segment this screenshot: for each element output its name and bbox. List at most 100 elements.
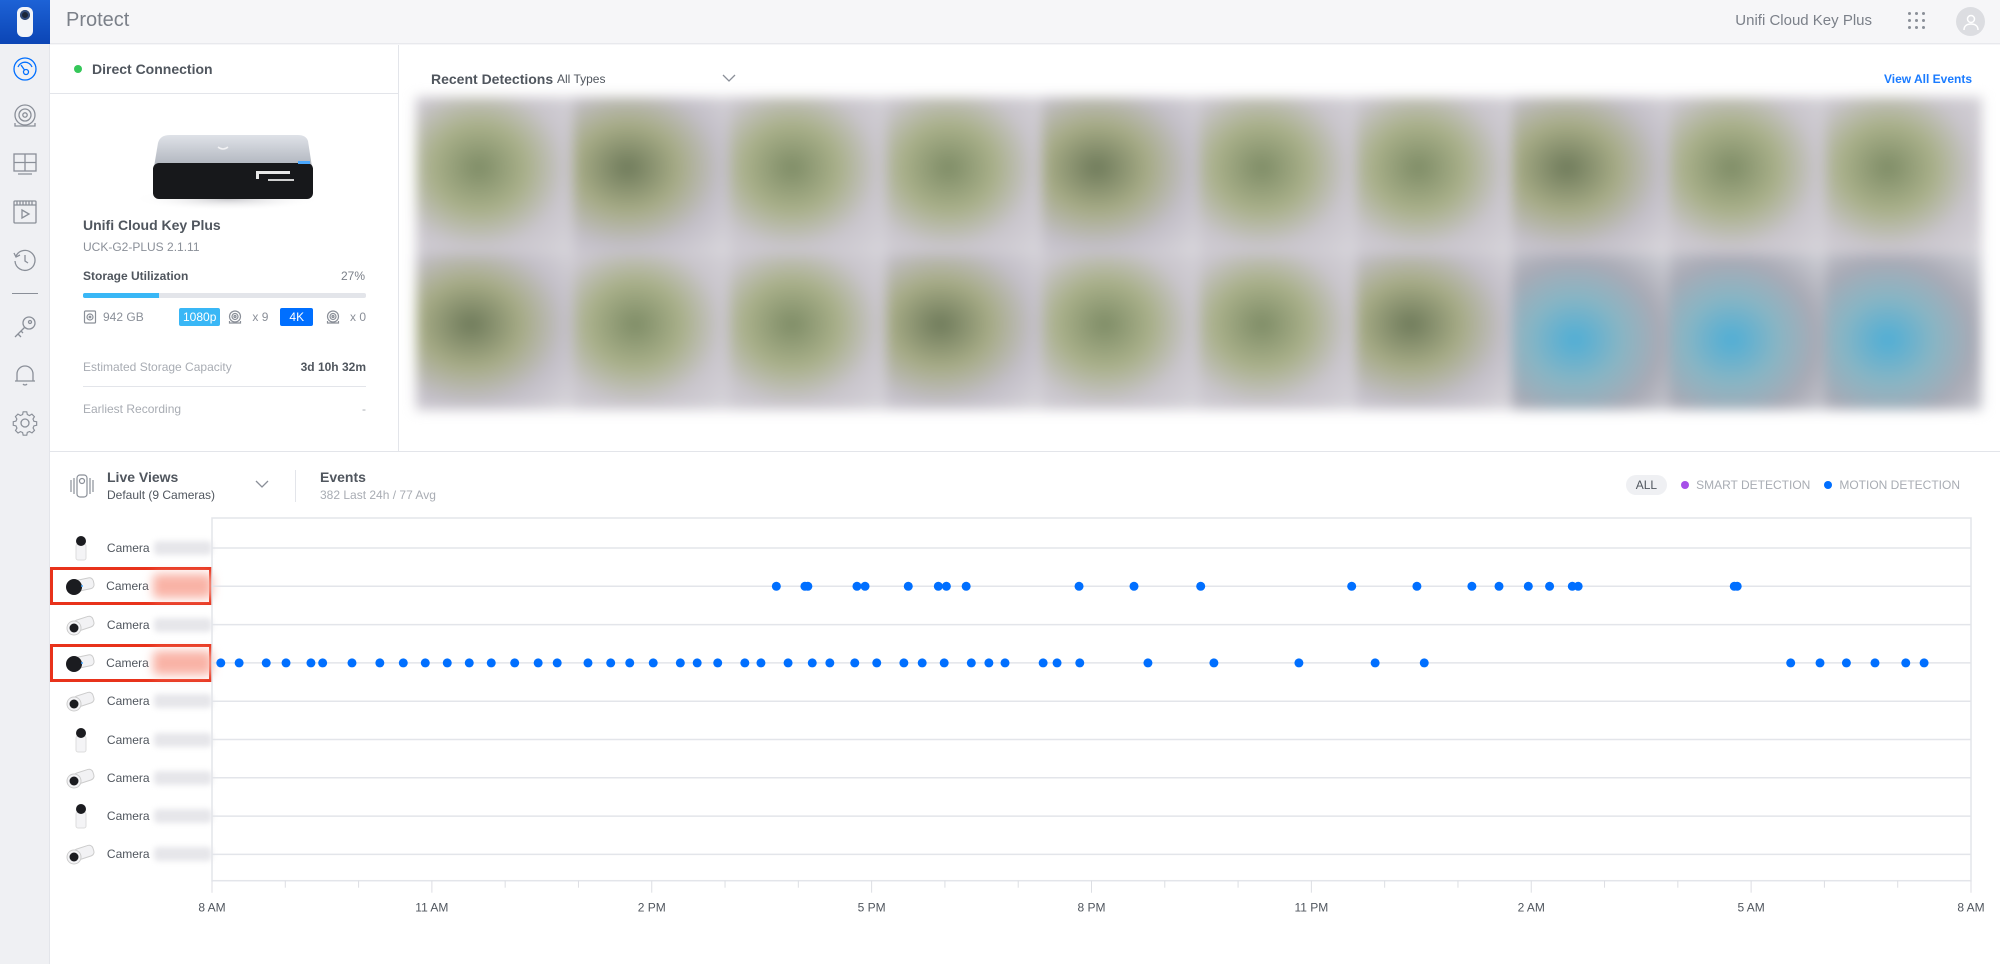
event-point[interactable]: [1919, 658, 1929, 668]
event-point[interactable]: [1494, 581, 1504, 591]
sidebar-item-notifications[interactable]: [0, 353, 50, 397]
event-point[interactable]: [606, 658, 616, 668]
event-point[interactable]: [1038, 658, 1048, 668]
detection-thumbnail[interactable]: [1512, 253, 1669, 410]
view-all-events-link[interactable]: View All Events: [1884, 72, 1972, 86]
detection-thumbnail[interactable]: [1825, 97, 1982, 254]
event-point[interactable]: [903, 581, 913, 591]
sidebar-item-timelapse[interactable]: [0, 190, 50, 234]
detection-thumbnail[interactable]: [729, 97, 886, 254]
event-point[interactable]: [939, 658, 949, 668]
event-point[interactable]: [1075, 658, 1085, 668]
detection-thumbnail[interactable]: [1042, 253, 1199, 410]
detection-thumbnail[interactable]: [885, 97, 1043, 254]
event-point[interactable]: [872, 658, 882, 668]
detection-thumbnail[interactable]: [1668, 97, 1826, 254]
event-point[interactable]: [1347, 581, 1357, 591]
detection-thumbnail[interactable]: [416, 97, 573, 254]
detection-thumbnail[interactable]: [1355, 253, 1513, 410]
event-point[interactable]: [1294, 658, 1304, 668]
event-point[interactable]: [318, 658, 328, 668]
event-point[interactable]: [1074, 581, 1084, 591]
event-point[interactable]: [1052, 658, 1062, 668]
event-point[interactable]: [1129, 581, 1139, 591]
controller-name[interactable]: Unifi Cloud Key Plus: [1735, 12, 1872, 29]
event-point[interactable]: [771, 581, 781, 591]
event-point[interactable]: [692, 658, 702, 668]
event-point[interactable]: [825, 658, 835, 668]
event-point[interactable]: [756, 658, 766, 668]
event-point[interactable]: [442, 658, 452, 668]
event-point[interactable]: [852, 581, 862, 591]
event-point[interactable]: [464, 658, 474, 668]
event-point[interactable]: [1209, 658, 1219, 668]
sidebar-item-dashboard[interactable]: [0, 47, 50, 91]
detection-thumbnail[interactable]: [572, 97, 730, 254]
event-point[interactable]: [648, 658, 658, 668]
event-point[interactable]: [216, 658, 226, 668]
detection-thumbnail[interactable]: [416, 253, 573, 410]
event-point[interactable]: [1841, 658, 1851, 668]
detection-thumbnail[interactable]: [1668, 253, 1826, 410]
sidebar-item-devices[interactable]: [0, 94, 50, 138]
event-point[interactable]: [933, 581, 943, 591]
event-point[interactable]: [420, 658, 430, 668]
event-point[interactable]: [961, 581, 971, 591]
detection-thumbnail[interactable]: [1355, 97, 1513, 254]
event-point[interactable]: [510, 658, 520, 668]
protect-logo[interactable]: [0, 0, 50, 44]
event-point[interactable]: [1467, 581, 1477, 591]
event-point[interactable]: [1000, 658, 1010, 668]
event-point[interactable]: [1412, 581, 1422, 591]
event-point[interactable]: [1545, 581, 1555, 591]
event-point[interactable]: [398, 658, 408, 668]
event-point[interactable]: [583, 658, 593, 668]
detection-thumbnail[interactable]: [885, 253, 1043, 410]
event-point[interactable]: [783, 658, 793, 668]
event-point[interactable]: [807, 658, 817, 668]
event-point[interactable]: [850, 658, 860, 668]
sidebar-item-access[interactable]: [0, 305, 50, 349]
event-point[interactable]: [281, 658, 291, 668]
event-point[interactable]: [1143, 658, 1153, 668]
sidebar-item-events[interactable]: [0, 238, 50, 282]
detection-thumbnail[interactable]: [572, 253, 730, 410]
event-point[interactable]: [899, 658, 909, 668]
detection-type-filter[interactable]: All Types: [557, 72, 605, 86]
event-point[interactable]: [740, 658, 750, 668]
event-point[interactable]: [552, 658, 562, 668]
detection-thumbnail[interactable]: [1825, 253, 1982, 410]
event-point[interactable]: [713, 658, 723, 668]
event-point[interactable]: [941, 581, 951, 591]
event-point[interactable]: [261, 658, 271, 668]
event-point[interactable]: [1196, 581, 1206, 591]
event-point[interactable]: [625, 658, 635, 668]
sidebar-item-settings[interactable]: [0, 401, 50, 445]
detection-thumbnail[interactable]: [1199, 97, 1356, 254]
event-point[interactable]: [306, 658, 316, 668]
detection-thumbnail[interactable]: [1199, 253, 1356, 410]
event-point[interactable]: [1419, 658, 1429, 668]
event-point[interactable]: [1523, 581, 1533, 591]
detection-thumbnail[interactable]: [1512, 97, 1669, 254]
sidebar-item-liveview[interactable]: [0, 142, 50, 186]
event-point[interactable]: [533, 658, 543, 668]
detection-thumbnail[interactable]: [1042, 97, 1199, 254]
event-point[interactable]: [984, 658, 994, 668]
avatar[interactable]: [1956, 7, 1985, 36]
event-point[interactable]: [675, 658, 685, 668]
event-point[interactable]: [234, 658, 244, 668]
event-point[interactable]: [375, 658, 385, 668]
event-point[interactable]: [1370, 658, 1380, 668]
event-point[interactable]: [1870, 658, 1880, 668]
event-point[interactable]: [1786, 658, 1796, 668]
grid-dots-icon[interactable]: [1906, 10, 1928, 32]
event-point[interactable]: [1901, 658, 1911, 668]
event-point[interactable]: [486, 658, 496, 668]
event-point[interactable]: [347, 658, 357, 668]
event-point[interactable]: [1815, 658, 1825, 668]
event-point[interactable]: [966, 658, 976, 668]
event-point[interactable]: [1732, 581, 1742, 591]
detection-type-dropdown[interactable]: [721, 71, 737, 85]
event-point[interactable]: [1573, 581, 1583, 591]
